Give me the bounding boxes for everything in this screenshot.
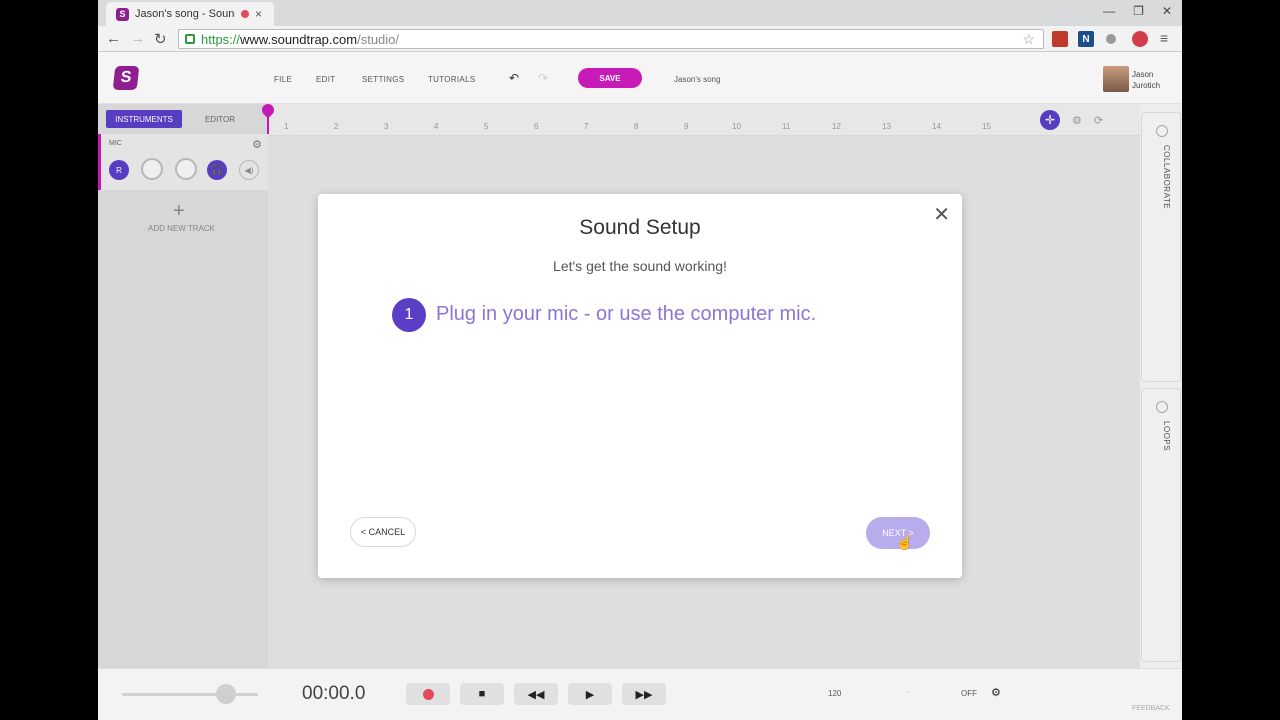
url-host: www.soundtrap.com [240,31,358,47]
lock-icon [185,34,195,44]
extension-record-icon[interactable] [1132,31,1148,47]
transport-bar: 00:00.0 ■ ◀◀ ▶ ▶▶ 120 - OFF ⚙ FEEDBACK [98,668,1182,720]
browser-tab[interactable]: S Jason's song - Sound × [106,2,274,26]
recording-indicator-icon [241,10,249,18]
fast-forward-button[interactable]: ▶▶ [622,683,666,705]
extension-n-icon[interactable]: N [1078,31,1094,47]
tab-title: Jason's song - Sound [135,8,235,20]
tempo-value[interactable]: 120 [828,689,841,698]
record-button[interactable] [406,683,450,705]
modal-title: Sound Setup [579,216,701,239]
user-name[interactable]: Jason Jurotich [1132,69,1172,91]
undo-icon[interactable]: ↶ [509,71,519,85]
extension-red-icon[interactable] [1052,31,1068,47]
master-volume-handle[interactable] [216,684,236,704]
step-instruction: Plug in your mic - or use the computer m… [436,303,817,325]
hand-cursor-icon: ☝ [896,534,914,550]
close-window-icon[interactable]: ✕ [1162,4,1172,18]
time-display: 00:00.0 [302,683,366,704]
app-header: S FILE EDIT SETTINGS TUTORIALS ↶ ↷ SAVE … [98,52,1182,104]
url-scheme: https:// [201,31,241,47]
address-bar[interactable]: https:// www.soundtrap.com /studio/ ☆ [178,29,1044,49]
save-button[interactable]: SAVE [578,68,642,88]
menu-file[interactable]: FILE [274,75,292,84]
menu-settings[interactable]: SETTINGS [362,75,404,84]
master-volume-slider[interactable] [122,693,258,696]
step-number-badge: 1 [392,298,426,332]
forward-arrow-icon[interactable]: → [130,30,145,47]
bookmark-star-icon[interactable]: ☆ [1022,31,1035,48]
stop-button[interactable]: ■ [460,683,504,705]
browser-window: S Jason's song - Sound × — ❐ ✕ ← → ↻ htt… [98,0,1182,720]
key-value[interactable]: - [906,687,909,696]
tab-close-icon[interactable]: × [255,7,262,21]
url-path: /studio/ [357,31,400,47]
minimize-icon[interactable]: — [1103,4,1115,18]
reload-icon[interactable]: ↻ [154,30,167,48]
feedback-link[interactable]: FEEDBACK [1132,705,1170,712]
soundtrap-favicon-icon: S [116,7,129,21]
back-arrow-icon[interactable]: ← [106,30,121,47]
chrome-menu-icon[interactable]: ≡ [1160,30,1168,46]
menu-edit[interactable]: EDIT [316,75,335,84]
window-controls: — ❐ ✕ [1103,4,1172,18]
cancel-button[interactable]: < CANCEL [350,517,416,547]
rewind-button[interactable]: ◀◀ [514,683,558,705]
stop-icon: ■ [478,688,486,700]
avatar[interactable] [1103,66,1129,92]
metronome-gear-icon[interactable]: ⚙ [991,686,1001,699]
extension-grey-icon[interactable] [1106,34,1116,44]
menu-tutorials[interactable]: TUTORIALS [428,75,475,84]
restore-icon[interactable]: ❐ [1133,4,1144,18]
play-button[interactable]: ▶ [568,683,612,705]
soundtrap-logo-icon[interactable]: S [112,66,140,90]
play-icon: ▶ [585,688,595,701]
song-title[interactable]: Jason's song [674,75,720,84]
sound-setup-modal: ✕ Sound Setup Let's get the sound workin… [318,194,962,578]
rewind-icon: ◀◀ [527,688,545,701]
metronome-status[interactable]: OFF [961,689,977,698]
modal-subtitle: Let's get the sound working! [553,258,727,274]
tab-bar: S Jason's song - Sound × — ❐ ✕ [98,0,1182,26]
browser-toolbar: ← → ↻ https:// www.soundtrap.com /studio… [98,26,1182,52]
record-icon [422,688,434,700]
fast-forward-icon: ▶▶ [635,688,653,701]
redo-icon[interactable]: ↷ [538,71,548,85]
